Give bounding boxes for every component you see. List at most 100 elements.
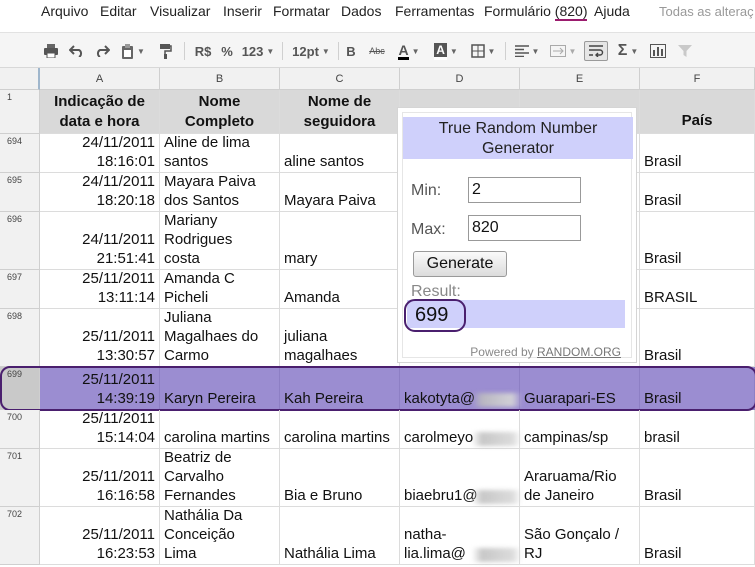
cell-country[interactable]: BRASIL xyxy=(640,270,755,309)
random-number-widget: True Random Number Generator Min: 2 Max:… xyxy=(402,112,633,359)
borders-icon xyxy=(470,44,485,58)
column-header-e[interactable]: E xyxy=(520,68,640,90)
cell-follower-name[interactable]: Amanda xyxy=(280,270,400,309)
currency-format-button[interactable]: R$ xyxy=(193,41,213,61)
form-response-count: (820) xyxy=(554,3,588,21)
cell-follower-name[interactable]: Bia e Bruno xyxy=(280,449,400,507)
cell-city[interactable]: Araruama/Rio de Janeiro xyxy=(520,449,640,507)
header-cell-country[interactable]: País xyxy=(640,90,755,134)
text-color-dropdown[interactable]: A ▼ xyxy=(393,41,425,61)
cell-follower-name[interactable]: Nathália Lima xyxy=(280,507,400,565)
redacted-email-blur xyxy=(472,432,522,446)
insert-chart-button[interactable] xyxy=(648,41,668,61)
cell-full-name[interactable]: Mayara Paiva dos Santos xyxy=(160,173,280,212)
fill-color-dropdown[interactable]: A ▼ xyxy=(430,41,462,61)
redacted-email-blur xyxy=(472,490,522,504)
min-input[interactable]: 2 xyxy=(468,177,581,203)
menu-inserir[interactable]: Inserir xyxy=(223,3,262,19)
cell-country[interactable]: Brasil xyxy=(640,134,755,173)
menu-ferramentas[interactable]: Ferramentas xyxy=(395,3,474,19)
cell-timestamp[interactable]: 25/11/2011 13:30:57 xyxy=(40,309,160,367)
undo-button[interactable] xyxy=(67,41,85,61)
align-dropdown[interactable]: ▼ xyxy=(512,41,542,61)
cell-full-name[interactable]: Mariany Rodrigues costa xyxy=(160,212,280,270)
cell-country[interactable]: Brasil xyxy=(640,309,755,367)
row-number[interactable]: 698 xyxy=(0,309,40,367)
filter-button[interactable] xyxy=(676,41,694,61)
menu-editar[interactable]: Editar xyxy=(100,3,137,19)
cell-city[interactable]: campinas/sp xyxy=(520,410,640,449)
random-org-link[interactable]: RANDOM.ORG xyxy=(537,345,621,359)
cell-country[interactable]: Brasil xyxy=(640,212,755,270)
cell-timestamp[interactable]: 24/11/2011 21:51:41 xyxy=(40,212,160,270)
menu-formulario[interactable]: Formulário (820) xyxy=(484,3,588,21)
menu-dados[interactable]: Dados xyxy=(341,3,381,19)
paint-format-button[interactable] xyxy=(156,41,174,61)
menu-formatar[interactable]: Formatar xyxy=(273,3,330,19)
cell-country[interactable]: brasil xyxy=(640,410,755,449)
column-header-f[interactable]: F xyxy=(640,68,755,90)
column-header-a[interactable]: A xyxy=(40,68,160,90)
cell-city[interactable]: São Gonçalo / RJ xyxy=(520,507,640,565)
wrap-text-button[interactable] xyxy=(584,41,608,61)
header-cell-full-name[interactable]: Nome Completo xyxy=(160,90,280,134)
cell-full-name[interactable]: Juliana Magalhaes do Carmo xyxy=(160,309,280,367)
bold-button[interactable]: B xyxy=(343,41,359,61)
row-number[interactable]: 694 xyxy=(0,134,40,173)
cell-timestamp[interactable]: 24/11/2011 18:20:18 xyxy=(40,173,160,212)
cell-country[interactable]: Brasil xyxy=(640,507,755,565)
cell-follower-name[interactable]: Mayara Paiva xyxy=(280,173,400,212)
column-header-c[interactable]: C xyxy=(280,68,400,90)
cell-timestamp[interactable]: 25/11/2011 16:23:53 xyxy=(40,507,160,565)
redo-button[interactable] xyxy=(93,41,111,61)
cell-full-name[interactable]: carolina martins xyxy=(160,410,280,449)
cell-follower-name[interactable]: juliana magalhaes xyxy=(280,309,400,367)
cell-follower-name[interactable]: aline santos xyxy=(280,134,400,173)
menu-formulario-label: Formulário xyxy=(484,3,551,19)
column-header-d[interactable]: D xyxy=(400,68,520,90)
font-size-dropdown[interactable]: 12pt ▼ xyxy=(290,41,332,61)
cell-full-name[interactable]: Aline de lima santos xyxy=(160,134,280,173)
borders-dropdown[interactable]: ▼ xyxy=(467,41,499,61)
cell-full-name[interactable]: Nathália Da Conceição Lima xyxy=(160,507,280,565)
row-number[interactable]: 697 xyxy=(0,270,40,309)
functions-dropdown[interactable]: Σ ▼ xyxy=(614,41,642,61)
cell-follower-name[interactable]: mary xyxy=(280,212,400,270)
column-header-b[interactable]: B xyxy=(160,68,280,90)
powered-by-text: Powered by xyxy=(470,345,534,359)
cell-timestamp[interactable]: 24/11/2011 18:16:01 xyxy=(40,134,160,173)
max-label: Max: xyxy=(411,221,446,238)
header-cell-timestamp[interactable]: Indicação de data e hora xyxy=(40,90,160,134)
generate-button[interactable]: Generate xyxy=(413,251,507,277)
chevron-down-icon: ▼ xyxy=(266,46,275,56)
percent-format-button[interactable]: % xyxy=(220,41,234,61)
strikethrough-button[interactable]: Abc xyxy=(366,41,388,61)
header-cell-follower-name[interactable]: Nome de seguidora xyxy=(280,90,400,134)
row-number[interactable]: 701 xyxy=(0,449,40,507)
row-number[interactable]: 1 xyxy=(0,90,40,134)
result-value: 699 xyxy=(404,299,466,332)
cell-country[interactable]: Brasil xyxy=(640,173,755,212)
menu-ajuda[interactable]: Ajuda xyxy=(594,3,630,19)
cell-full-name[interactable]: Beatriz de Carvalho Fernandes xyxy=(160,449,280,507)
cell-timestamp[interactable]: 25/11/2011 13:11:14 xyxy=(40,270,160,309)
toolbar: ▼ R$ % 123 ▼ 12pt ▼ B Abc A ▼ A ▼ ▼ ▼ ▼ Σ ▼ xyxy=(0,32,755,68)
cell-timestamp[interactable]: 25/11/2011 15:14:04 xyxy=(40,410,160,449)
row-number[interactable]: 696 xyxy=(0,212,40,270)
cell-full-name[interactable]: Amanda C Picheli xyxy=(160,270,280,309)
cell-follower-name[interactable]: carolina martins xyxy=(280,410,400,449)
cell-country[interactable]: Brasil xyxy=(640,449,755,507)
chevron-down-icon: ▼ xyxy=(531,46,540,56)
number-format-dropdown[interactable]: 123 ▼ xyxy=(240,41,276,61)
select-all-corner[interactable] xyxy=(0,68,40,90)
max-input[interactable]: 820 xyxy=(468,215,581,241)
paste-button[interactable]: ▼ xyxy=(118,41,148,61)
print-button[interactable] xyxy=(42,41,60,61)
row-number[interactable]: 700 xyxy=(0,410,40,449)
merge-cells-dropdown[interactable]: ▼ xyxy=(548,41,578,61)
menu-visualizar[interactable]: Visualizar xyxy=(150,3,210,19)
row-number[interactable]: 702 xyxy=(0,507,40,565)
cell-timestamp[interactable]: 25/11/2011 16:16:58 xyxy=(40,449,160,507)
menu-arquivo[interactable]: Arquivo xyxy=(41,3,88,19)
row-number[interactable]: 695 xyxy=(0,173,40,212)
